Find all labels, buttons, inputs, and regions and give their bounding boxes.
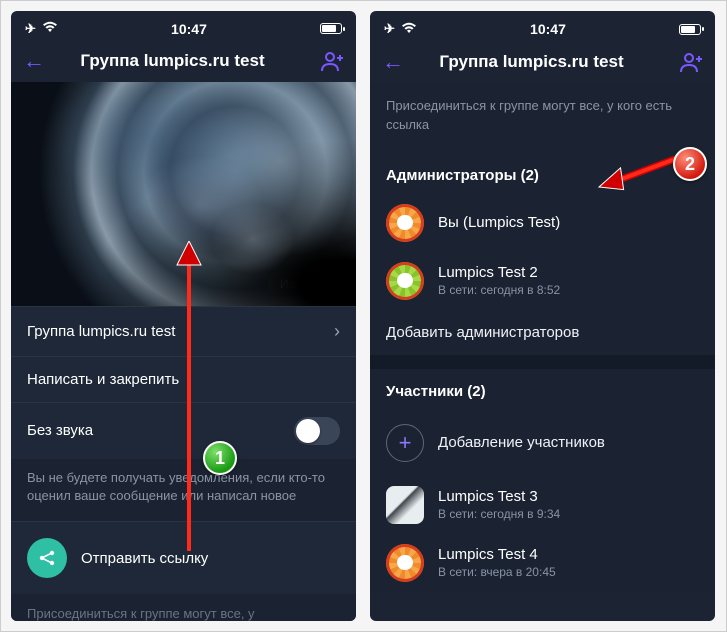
airplane-icon: ✈ — [25, 21, 36, 37]
add-person-button[interactable] — [679, 51, 703, 73]
edit-cover-button[interactable]: Изменить — [268, 272, 346, 296]
phone-right: ✈ 10:47 ← Группа lumpics.ru test Присоед… — [370, 11, 715, 621]
add-person-button[interactable] — [320, 50, 344, 72]
group-cover-image: Изменить — [11, 82, 356, 305]
chevron-right-icon: › — [334, 321, 340, 342]
mute-row: Без звука — [11, 402, 356, 459]
status-bar: ✈ 10:47 — [11, 11, 356, 42]
wifi-icon — [42, 21, 58, 36]
status-bar: ✈ 10:47 — [370, 11, 715, 43]
member-row-4[interactable]: Lumpics Test 4 В сети: вчера в 20:45 — [370, 534, 715, 592]
battery-icon — [320, 23, 342, 34]
add-members-row[interactable]: + Добавление участников — [370, 410, 715, 476]
plus-icon: + — [386, 424, 424, 462]
add-admins-label: Добавить администраторов — [386, 324, 579, 341]
member-status: В сети: сегодня в 9:34 — [438, 507, 560, 521]
member-row-3[interactable]: Lumpics Test 3 В сети: сегодня в 9:34 — [370, 476, 715, 534]
page-title: Группа lumpics.ru test — [394, 52, 669, 72]
admins-section-header: Администраторы (2) — [370, 149, 715, 194]
section-gap — [370, 355, 715, 369]
status-time: 10:47 — [171, 21, 207, 37]
admin-name: Вы (Lumpics Test) — [438, 214, 560, 231]
top-bar: ← Группа lumpics.ru test — [370, 43, 715, 83]
join-hint-text: Присоединиться к группе могут все, у ког… — [370, 83, 715, 149]
avatar — [386, 204, 424, 242]
wifi-icon — [401, 22, 417, 37]
avatar — [386, 544, 424, 582]
admin-row-2[interactable]: Lumpics Test 2 В сети: сегодня в 8:52 — [370, 252, 715, 310]
members-section-header: Участники (2) — [370, 369, 715, 410]
page-title: Группа lumpics.ru test — [35, 51, 310, 71]
mute-label: Без звука — [27, 422, 93, 439]
group-name-row[interactable]: Группа lumpics.ru test › — [11, 306, 356, 356]
member-name: Lumpics Test 3 — [438, 488, 560, 505]
mute-toggle[interactable] — [294, 417, 340, 445]
member-name: Lumpics Test 4 — [438, 546, 556, 563]
avatar — [386, 486, 424, 524]
cutoff-text: Присоединиться к группе могут все, у — [11, 594, 356, 621]
share-link-row[interactable]: Отправить ссылку — [11, 521, 356, 594]
write-pin-label: Написать и закрепить — [27, 371, 179, 388]
admin-name: Lumpics Test 2 — [438, 264, 560, 281]
top-bar: ← Группа lumpics.ru test — [11, 42, 356, 82]
group-name-label: Группа lumpics.ru test — [27, 323, 175, 340]
write-and-pin-row[interactable]: Написать и закрепить — [11, 356, 356, 402]
battery-icon — [679, 24, 701, 35]
add-members-label: Добавление участников — [438, 434, 605, 451]
admin-status: В сети: сегодня в 8:52 — [438, 283, 560, 297]
mute-hint-text: Вы не будете получать уведомления, если … — [11, 459, 356, 521]
share-link-label: Отправить ссылку — [81, 550, 208, 567]
avatar — [386, 262, 424, 300]
add-admins-row[interactable]: Добавить администраторов — [370, 310, 715, 355]
member-status: В сети: вчера в 20:45 — [438, 565, 556, 579]
airplane-icon: ✈ — [384, 21, 395, 37]
phone-left: ✈ 10:47 ← Группа lumpics.ru test Изменит… — [11, 11, 356, 621]
share-icon — [27, 538, 67, 578]
admin-row-you[interactable]: Вы (Lumpics Test) — [370, 194, 715, 252]
status-time: 10:47 — [530, 21, 566, 37]
